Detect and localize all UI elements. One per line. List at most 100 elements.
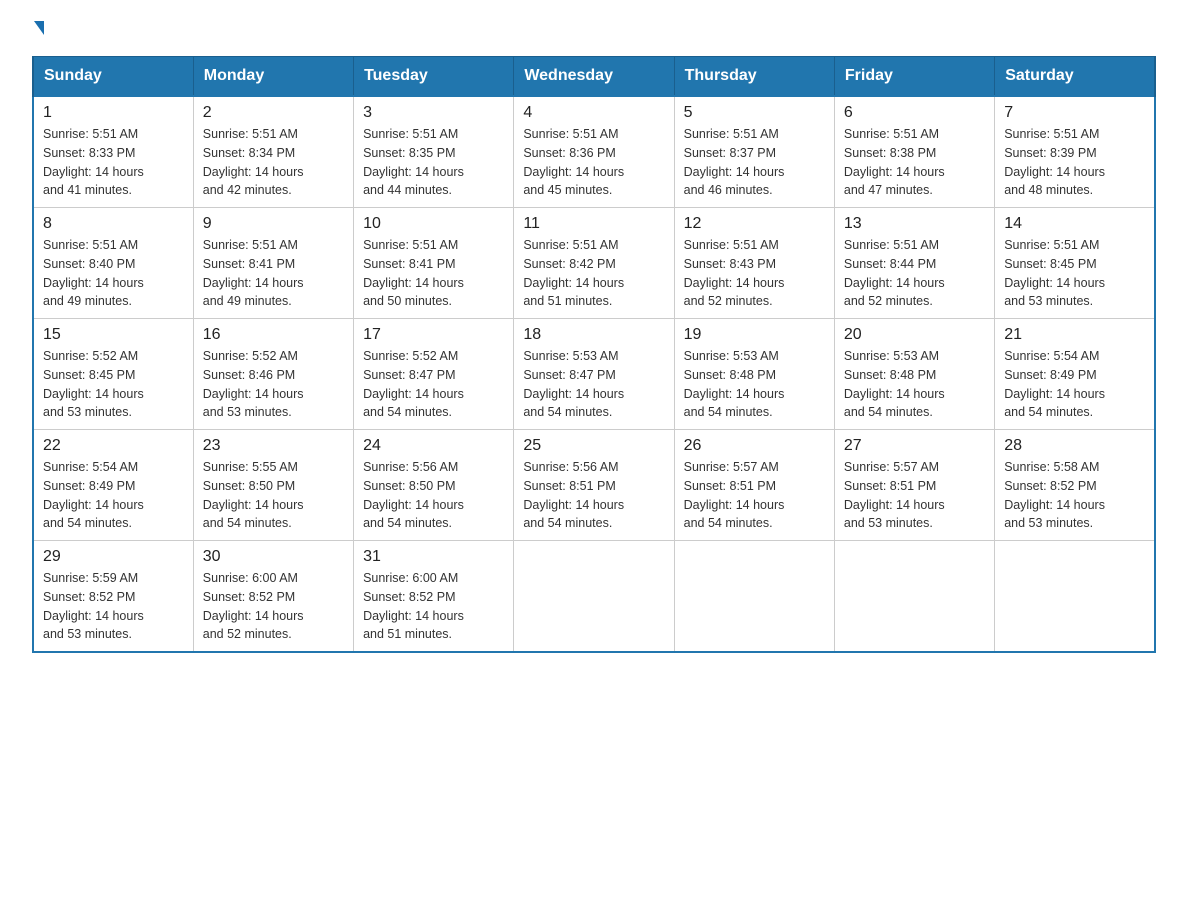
calendar-cell: 21 Sunrise: 5:54 AMSunset: 8:49 PMDaylig… <box>995 319 1155 430</box>
calendar-cell: 3 Sunrise: 5:51 AMSunset: 8:35 PMDayligh… <box>354 96 514 208</box>
logo <box>32 24 44 38</box>
day-info: Sunrise: 5:53 AMSunset: 8:48 PMDaylight:… <box>844 349 945 419</box>
calendar-cell: 13 Sunrise: 5:51 AMSunset: 8:44 PMDaylig… <box>834 208 994 319</box>
calendar-cell: 18 Sunrise: 5:53 AMSunset: 8:47 PMDaylig… <box>514 319 674 430</box>
day-info: Sunrise: 5:52 AMSunset: 8:47 PMDaylight:… <box>363 349 464 419</box>
calendar-cell <box>995 541 1155 653</box>
calendar-table: SundayMondayTuesdayWednesdayThursdayFrid… <box>32 56 1156 653</box>
day-info: Sunrise: 5:51 AMSunset: 8:44 PMDaylight:… <box>844 238 945 308</box>
day-info: Sunrise: 5:51 AMSunset: 8:35 PMDaylight:… <box>363 127 464 197</box>
column-header-sunday: Sunday <box>33 57 193 97</box>
column-header-saturday: Saturday <box>995 57 1155 97</box>
calendar-cell: 26 Sunrise: 5:57 AMSunset: 8:51 PMDaylig… <box>674 430 834 541</box>
day-info: Sunrise: 5:56 AMSunset: 8:51 PMDaylight:… <box>523 460 624 530</box>
day-number: 24 <box>363 437 504 455</box>
day-number: 6 <box>844 104 985 122</box>
calendar-cell: 25 Sunrise: 5:56 AMSunset: 8:51 PMDaylig… <box>514 430 674 541</box>
day-number: 23 <box>203 437 344 455</box>
day-number: 30 <box>203 548 344 566</box>
day-number: 9 <box>203 215 344 233</box>
day-number: 25 <box>523 437 664 455</box>
day-number: 1 <box>43 104 184 122</box>
logo-arrow-icon <box>34 21 44 35</box>
calendar-cell: 12 Sunrise: 5:51 AMSunset: 8:43 PMDaylig… <box>674 208 834 319</box>
day-info: Sunrise: 5:51 AMSunset: 8:34 PMDaylight:… <box>203 127 304 197</box>
day-number: 20 <box>844 326 985 344</box>
day-number: 21 <box>1004 326 1145 344</box>
day-info: Sunrise: 5:59 AMSunset: 8:52 PMDaylight:… <box>43 571 144 641</box>
column-header-wednesday: Wednesday <box>514 57 674 97</box>
day-number: 2 <box>203 104 344 122</box>
day-info: Sunrise: 5:51 AMSunset: 8:41 PMDaylight:… <box>203 238 304 308</box>
calendar-week-row: 1 Sunrise: 5:51 AMSunset: 8:33 PMDayligh… <box>33 96 1155 208</box>
calendar-cell <box>674 541 834 653</box>
column-header-thursday: Thursday <box>674 57 834 97</box>
calendar-cell: 24 Sunrise: 5:56 AMSunset: 8:50 PMDaylig… <box>354 430 514 541</box>
day-number: 19 <box>684 326 825 344</box>
day-number: 29 <box>43 548 184 566</box>
day-info: Sunrise: 5:51 AMSunset: 8:36 PMDaylight:… <box>523 127 624 197</box>
day-number: 16 <box>203 326 344 344</box>
calendar-cell: 17 Sunrise: 5:52 AMSunset: 8:47 PMDaylig… <box>354 319 514 430</box>
day-number: 13 <box>844 215 985 233</box>
column-header-friday: Friday <box>834 57 994 97</box>
day-number: 7 <box>1004 104 1145 122</box>
day-number: 15 <box>43 326 184 344</box>
calendar-cell: 1 Sunrise: 5:51 AMSunset: 8:33 PMDayligh… <box>33 96 193 208</box>
day-number: 8 <box>43 215 184 233</box>
calendar-cell: 14 Sunrise: 5:51 AMSunset: 8:45 PMDaylig… <box>995 208 1155 319</box>
calendar-cell: 22 Sunrise: 5:54 AMSunset: 8:49 PMDaylig… <box>33 430 193 541</box>
calendar-cell: 20 Sunrise: 5:53 AMSunset: 8:48 PMDaylig… <box>834 319 994 430</box>
day-info: Sunrise: 5:51 AMSunset: 8:45 PMDaylight:… <box>1004 238 1105 308</box>
calendar-week-row: 22 Sunrise: 5:54 AMSunset: 8:49 PMDaylig… <box>33 430 1155 541</box>
calendar-cell <box>514 541 674 653</box>
calendar-week-row: 29 Sunrise: 5:59 AMSunset: 8:52 PMDaylig… <box>33 541 1155 653</box>
day-info: Sunrise: 5:52 AMSunset: 8:46 PMDaylight:… <box>203 349 304 419</box>
calendar-cell: 6 Sunrise: 5:51 AMSunset: 8:38 PMDayligh… <box>834 96 994 208</box>
day-info: Sunrise: 6:00 AMSunset: 8:52 PMDaylight:… <box>363 571 464 641</box>
calendar-week-row: 8 Sunrise: 5:51 AMSunset: 8:40 PMDayligh… <box>33 208 1155 319</box>
calendar-cell: 30 Sunrise: 6:00 AMSunset: 8:52 PMDaylig… <box>193 541 353 653</box>
calendar-cell: 7 Sunrise: 5:51 AMSunset: 8:39 PMDayligh… <box>995 96 1155 208</box>
calendar-cell: 10 Sunrise: 5:51 AMSunset: 8:41 PMDaylig… <box>354 208 514 319</box>
day-info: Sunrise: 5:54 AMSunset: 8:49 PMDaylight:… <box>1004 349 1105 419</box>
page-header <box>32 24 1156 38</box>
day-info: Sunrise: 5:51 AMSunset: 8:42 PMDaylight:… <box>523 238 624 308</box>
day-info: Sunrise: 5:57 AMSunset: 8:51 PMDaylight:… <box>844 460 945 530</box>
column-header-monday: Monday <box>193 57 353 97</box>
day-info: Sunrise: 5:51 AMSunset: 8:39 PMDaylight:… <box>1004 127 1105 197</box>
calendar-cell: 2 Sunrise: 5:51 AMSunset: 8:34 PMDayligh… <box>193 96 353 208</box>
day-info: Sunrise: 5:57 AMSunset: 8:51 PMDaylight:… <box>684 460 785 530</box>
day-info: Sunrise: 5:51 AMSunset: 8:40 PMDaylight:… <box>43 238 144 308</box>
day-info: Sunrise: 5:55 AMSunset: 8:50 PMDaylight:… <box>203 460 304 530</box>
day-info: Sunrise: 5:52 AMSunset: 8:45 PMDaylight:… <box>43 349 144 419</box>
column-header-tuesday: Tuesday <box>354 57 514 97</box>
day-info: Sunrise: 6:00 AMSunset: 8:52 PMDaylight:… <box>203 571 304 641</box>
day-number: 27 <box>844 437 985 455</box>
day-number: 14 <box>1004 215 1145 233</box>
day-number: 5 <box>684 104 825 122</box>
calendar-cell <box>834 541 994 653</box>
day-info: Sunrise: 5:51 AMSunset: 8:43 PMDaylight:… <box>684 238 785 308</box>
day-info: Sunrise: 5:54 AMSunset: 8:49 PMDaylight:… <box>43 460 144 530</box>
day-info: Sunrise: 5:58 AMSunset: 8:52 PMDaylight:… <box>1004 460 1105 530</box>
day-info: Sunrise: 5:51 AMSunset: 8:38 PMDaylight:… <box>844 127 945 197</box>
calendar-cell: 8 Sunrise: 5:51 AMSunset: 8:40 PMDayligh… <box>33 208 193 319</box>
calendar-cell: 9 Sunrise: 5:51 AMSunset: 8:41 PMDayligh… <box>193 208 353 319</box>
calendar-cell: 11 Sunrise: 5:51 AMSunset: 8:42 PMDaylig… <box>514 208 674 319</box>
day-info: Sunrise: 5:51 AMSunset: 8:37 PMDaylight:… <box>684 127 785 197</box>
calendar-header-row: SundayMondayTuesdayWednesdayThursdayFrid… <box>33 57 1155 97</box>
day-number: 26 <box>684 437 825 455</box>
day-info: Sunrise: 5:51 AMSunset: 8:33 PMDaylight:… <box>43 127 144 197</box>
day-number: 28 <box>1004 437 1145 455</box>
day-number: 17 <box>363 326 504 344</box>
calendar-cell: 4 Sunrise: 5:51 AMSunset: 8:36 PMDayligh… <box>514 96 674 208</box>
calendar-cell: 19 Sunrise: 5:53 AMSunset: 8:48 PMDaylig… <box>674 319 834 430</box>
calendar-cell: 5 Sunrise: 5:51 AMSunset: 8:37 PMDayligh… <box>674 96 834 208</box>
day-number: 31 <box>363 548 504 566</box>
day-info: Sunrise: 5:56 AMSunset: 8:50 PMDaylight:… <box>363 460 464 530</box>
calendar-week-row: 15 Sunrise: 5:52 AMSunset: 8:45 PMDaylig… <box>33 319 1155 430</box>
calendar-cell: 15 Sunrise: 5:52 AMSunset: 8:45 PMDaylig… <box>33 319 193 430</box>
day-number: 4 <box>523 104 664 122</box>
day-number: 11 <box>523 215 664 233</box>
